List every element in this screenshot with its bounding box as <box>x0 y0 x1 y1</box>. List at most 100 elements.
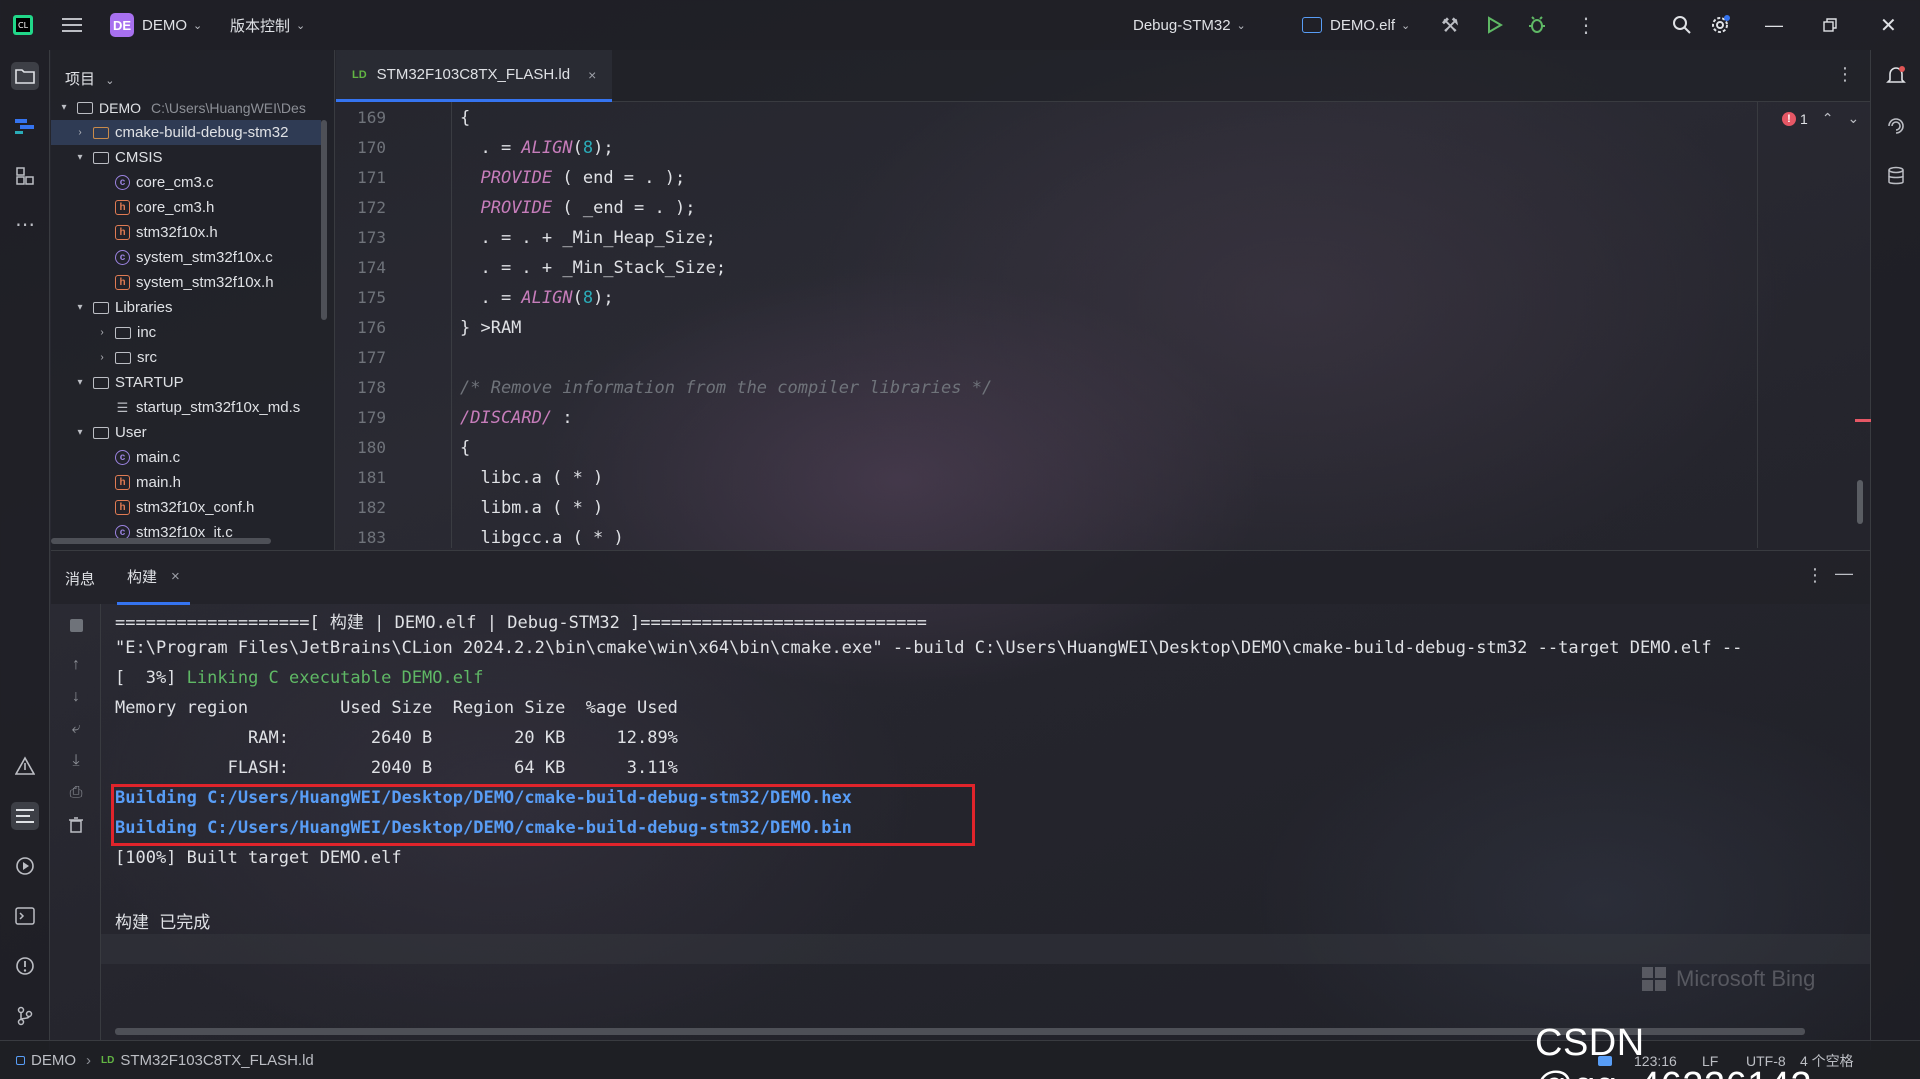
ld-file-icon: LD <box>352 68 367 81</box>
more-actions-icon[interactable]: ⋮ <box>1576 0 1596 50</box>
tab-ld-file[interactable]: LD STM32F103C8TX_FLASH.ld × <box>336 50 612 102</box>
restore-icon[interactable] <box>1823 0 1837 50</box>
tab-messages-label: 消息 <box>65 570 96 588</box>
svg-text:CL: CL <box>18 21 29 30</box>
ai-assistant-icon[interactable] <box>1882 112 1910 140</box>
soft-wrap-icon[interactable]: ⤶ <box>65 718 87 740</box>
error-icon: ! <box>1782 111 1796 126</box>
close-tab-icon[interactable]: × <box>588 67 596 83</box>
tree-item[interactable]: › inc <box>51 320 321 345</box>
stop-icon[interactable] <box>65 614 87 636</box>
tree-item[interactable]: c system_stm32f10x.c <box>51 245 321 270</box>
scroll-to-end-icon[interactable]: ⤓ <box>65 750 87 772</box>
target-selector[interactable]: DEMO.elf ⌄ <box>1302 0 1410 50</box>
code-line: libc.a ( * ) <box>460 468 604 488</box>
build-output-icon[interactable] <box>11 802 39 830</box>
tree-item[interactable]: ▾ STARTUP <box>51 370 321 395</box>
run-config-selector[interactable]: Debug-STM32 ⌄ <box>1133 0 1246 50</box>
cmake-warnings-icon[interactable] <box>11 752 39 780</box>
print-icon[interactable]: ⎙ <box>65 782 87 804</box>
tree-item[interactable]: ☰ startup_stm32f10x_md.s <box>51 395 321 420</box>
run-icon[interactable] <box>1485 0 1503 50</box>
inspection-widget[interactable]: ! 1 ⌃ ⌄ <box>1782 110 1859 127</box>
build-console[interactable]: ===================[ 构建 | DEMO.elf | Deb… <box>101 604 1870 1040</box>
collapse-arrow-icon: › <box>100 352 104 363</box>
project-folder-icon[interactable] <box>11 62 39 90</box>
next-highlight-icon[interactable]: ⌄ <box>1848 110 1860 127</box>
line-number: 175 <box>357 288 386 307</box>
line-number: 169 <box>357 108 386 127</box>
header-file-icon: h <box>115 500 130 515</box>
problems-icon[interactable] <box>11 952 39 980</box>
panel-options-icon[interactable]: ⋮ <box>1806 565 1824 586</box>
arrow-up-icon[interactable]: ↑ <box>65 654 87 676</box>
code-editor[interactable]: { . = ALIGN(8); PROVIDE ( end = . ); PRO… <box>436 102 1758 548</box>
hide-panel-icon[interactable]: — <box>1835 563 1853 584</box>
project-panel-header[interactable]: 项目 ⌄ <box>65 68 114 89</box>
terminal-icon[interactable] <box>11 902 39 930</box>
editor-tab-bar: LD STM32F103C8TX_FLASH.ld × ⋮ <box>336 50 1870 102</box>
line-number: 179 <box>357 408 386 427</box>
tab-build[interactable]: 构建 × <box>117 551 190 605</box>
minimize-icon[interactable]: — <box>1765 0 1783 50</box>
tree-item-label: startup_stm32f10x_md.s <box>136 399 301 416</box>
error-stripe-mark[interactable] <box>1855 419 1871 422</box>
prev-highlight-icon[interactable]: ⌃ <box>1822 110 1834 127</box>
tree-item[interactable]: h stm32f10x_conf.h <box>51 495 321 520</box>
trash-icon[interactable] <box>65 814 87 836</box>
right-margin-line <box>1757 102 1758 548</box>
csdn-watermark: CSDN @qq_46226142 <box>1535 1022 1812 1079</box>
tab-messages[interactable]: 消息 <box>65 551 95 605</box>
project-switcher[interactable]: DE DEMO ⌄ <box>110 0 202 50</box>
tree-item[interactable]: ▾ User <box>51 420 321 445</box>
tree-item[interactable]: h system_stm32f10x.h <box>51 270 321 295</box>
vcs-menu[interactable]: 版本控制 ⌄ <box>230 0 305 50</box>
tree-horizontal-scrollbar[interactable] <box>51 538 271 544</box>
tree-item[interactable]: ▾ CMSIS <box>51 145 321 170</box>
current-line-highlight <box>101 934 1870 964</box>
breadcrumb-file[interactable]: STM32F103C8TX_FLASH.ld <box>120 1052 313 1069</box>
close-tab-icon[interactable]: × <box>171 568 180 585</box>
more-tools-icon[interactable]: ⋯ <box>11 210 39 238</box>
target-icon <box>1302 17 1322 33</box>
project-panel: 项目 ⌄ ▾ DEMO C:\Users\HuangWEI\Des › cmake… <box>51 50 335 550</box>
notifications-bell-icon[interactable] <box>1882 62 1910 90</box>
editor-scrollbar[interactable] <box>1857 480 1863 524</box>
tree-item[interactable]: c core_cm3.c <box>51 170 321 195</box>
arrow-down-icon[interactable]: ↓ <box>65 686 87 708</box>
tree-item[interactable]: › cmake-build-debug-stm32 <box>51 120 321 145</box>
cmake-icon[interactable] <box>11 112 39 140</box>
header-file-icon: h <box>115 225 130 240</box>
breadcrumb-project[interactable]: DEMO <box>31 1052 76 1069</box>
tree-item[interactable]: h stm32f10x.h <box>51 220 321 245</box>
tree-root[interactable]: ▾ DEMO C:\Users\HuangWEI\Des <box>57 95 305 120</box>
console-done-line: 构建 已完成 <box>115 913 211 933</box>
editor-options-icon[interactable]: ⋮ <box>1836 64 1854 85</box>
database-icon[interactable] <box>1882 162 1910 190</box>
tree-item[interactable]: ▾ Libraries <box>51 295 321 320</box>
git-branch-icon[interactable] <box>11 1002 39 1030</box>
c-file-icon: c <box>115 175 130 190</box>
tree-item[interactable]: h main.h <box>51 470 321 495</box>
services-run-icon[interactable] <box>11 852 39 880</box>
code-number: 8 <box>582 288 594 308</box>
structure-icon[interactable] <box>11 162 39 190</box>
console-built-line: [100%] Built target DEMO.elf <box>115 848 402 868</box>
debug-icon[interactable] <box>1527 0 1547 50</box>
build-hammer-icon[interactable]: ⚒ <box>1441 0 1459 50</box>
code-line: /* Remove information from the compiler … <box>460 378 992 398</box>
close-window-icon[interactable]: ✕ <box>1880 0 1897 50</box>
main-menu-icon[interactable] <box>62 0 82 50</box>
indent-guide <box>451 102 452 548</box>
tree-item[interactable]: c main.c <box>51 445 321 470</box>
settings-gear-icon[interactable] <box>1709 0 1731 50</box>
tree-item[interactable]: h core_cm3.h <box>51 195 321 220</box>
progress-prefix: [ 3%] <box>115 668 187 688</box>
tree-item-label: main.c <box>136 449 181 466</box>
console-memory-header: Memory region Used Size Region Size %age… <box>115 698 678 718</box>
console-flash-line: FLASH: 2040 B 64 KB 3.11% <box>115 758 678 778</box>
line-number: 174 <box>357 258 386 277</box>
code-line: PROVIDE ( end = . ); <box>480 168 686 188</box>
tree-item[interactable]: › src <box>51 345 321 370</box>
search-icon[interactable] <box>1672 0 1692 50</box>
